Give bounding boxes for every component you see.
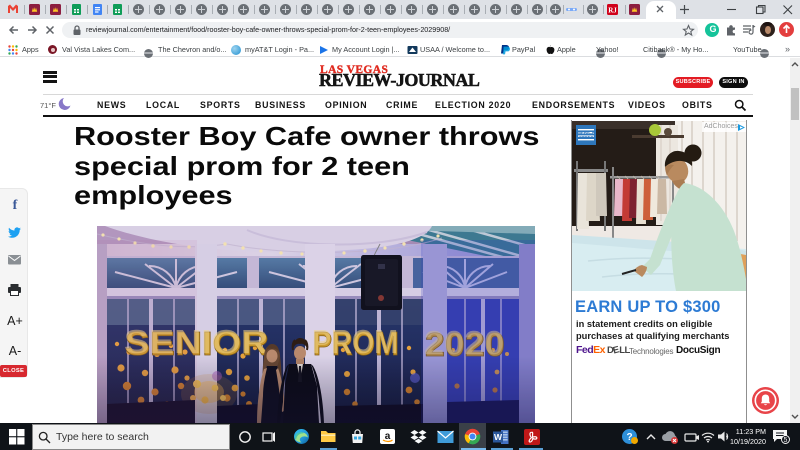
svg-text:f: f: [13, 198, 18, 213]
svg-text:A-: A-: [9, 344, 22, 358]
svg-text:5: 5: [784, 437, 788, 444]
svg-text:EXPRESS: EXPRESS: [576, 135, 596, 140]
svg-text:a: a: [385, 431, 391, 442]
svg-text:W: W: [494, 432, 503, 442]
svg-text:A+: A+: [7, 314, 23, 328]
svg-text:RJ: RJ: [608, 7, 617, 15]
